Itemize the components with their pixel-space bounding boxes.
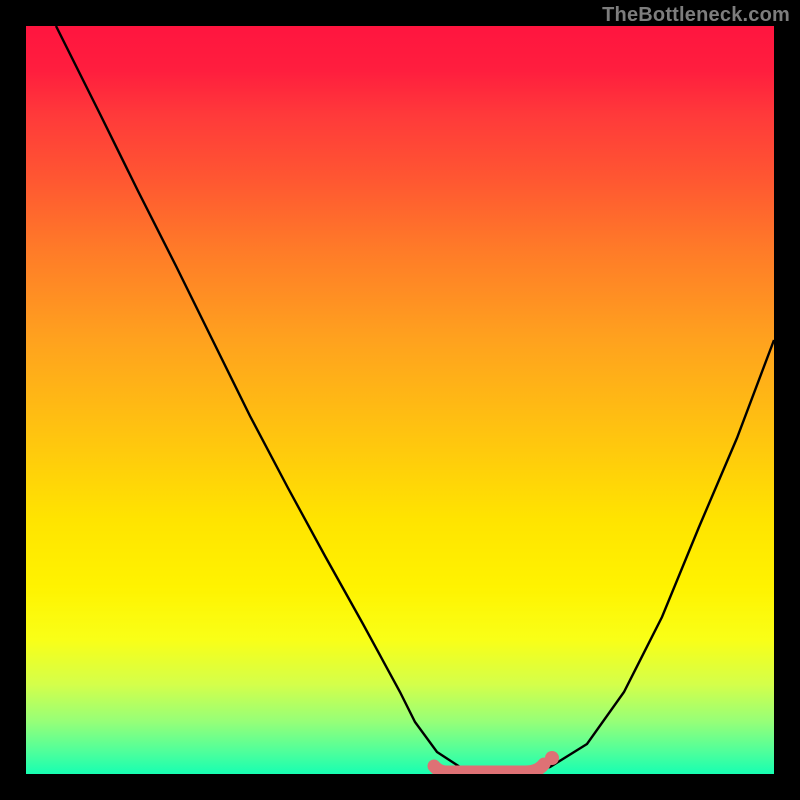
band-end-dot bbox=[545, 751, 559, 765]
curve-svg bbox=[26, 26, 774, 774]
chart-stage: TheBottleneck.com bbox=[0, 0, 800, 800]
watermark-label: TheBottleneck.com bbox=[602, 4, 790, 27]
flat-band-highlight bbox=[434, 764, 544, 772]
bottleneck-curve bbox=[56, 26, 774, 774]
chart-plot-area bbox=[26, 26, 774, 774]
